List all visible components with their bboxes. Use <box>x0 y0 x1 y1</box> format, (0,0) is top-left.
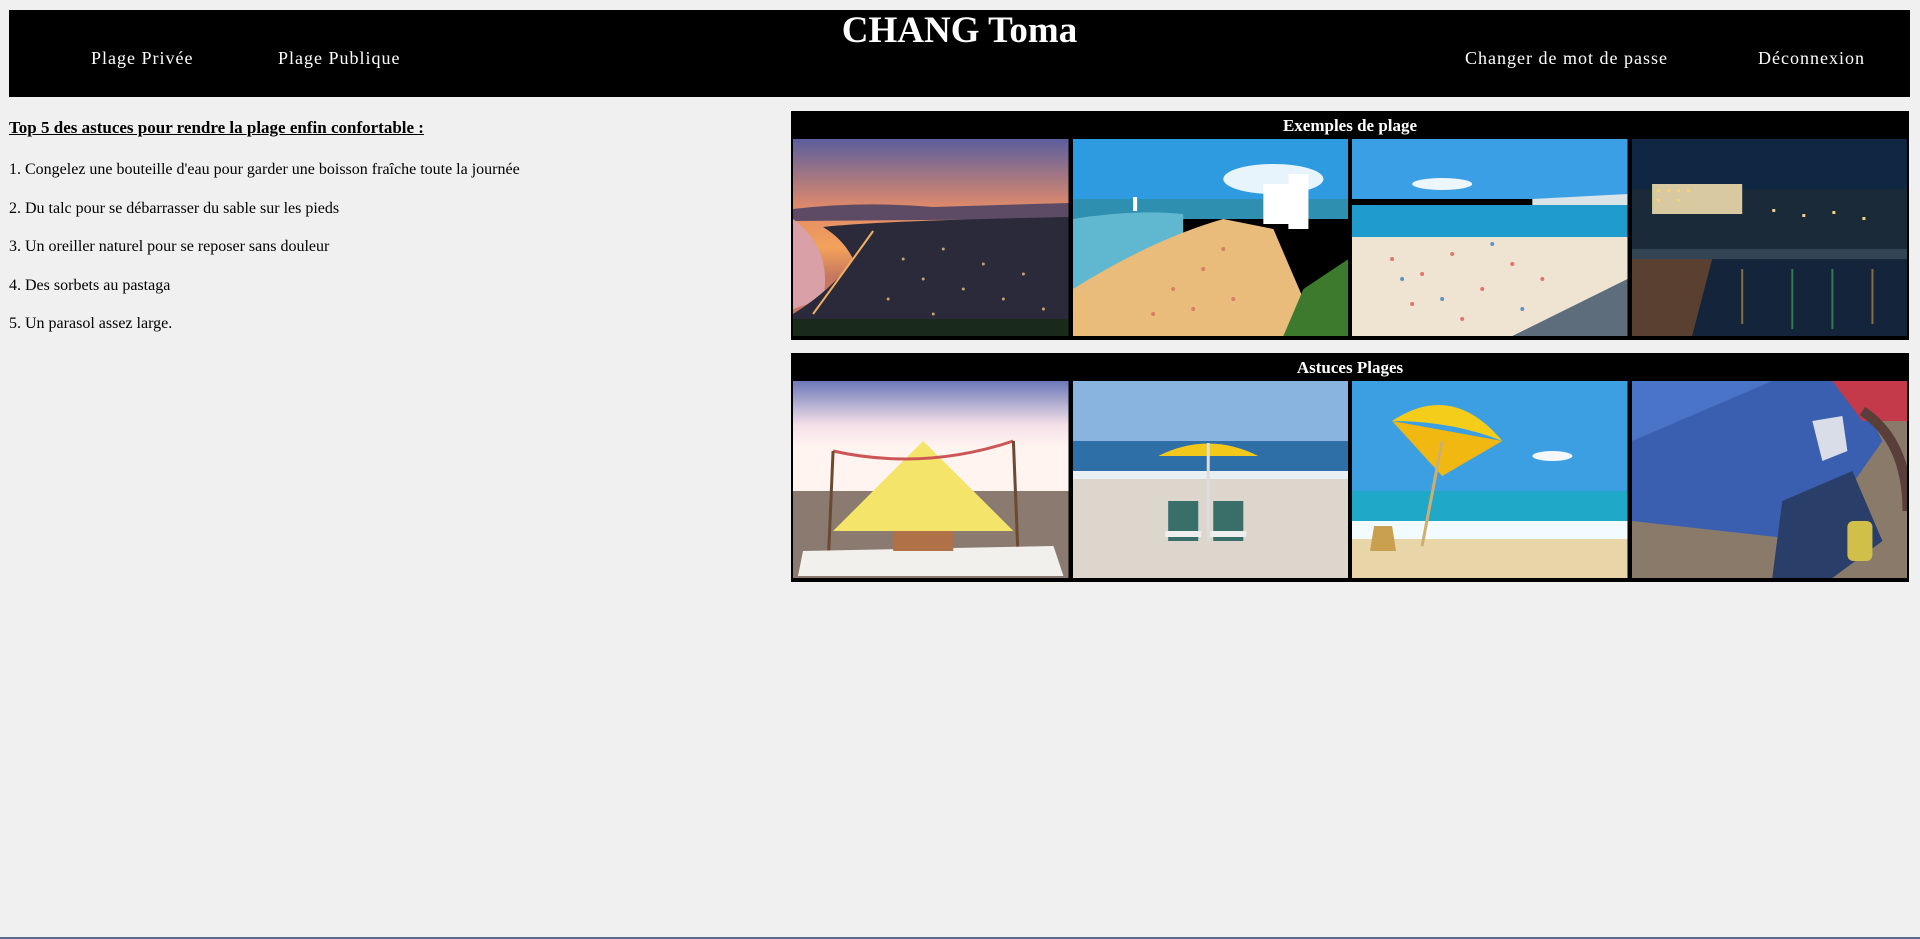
top-strip <box>0 0 1920 9</box>
nav-logout[interactable]: Déconnexion <box>1758 48 1865 68</box>
nav-change-password[interactable]: Changer de mot de passe <box>1465 48 1668 68</box>
yellow-parasol-photo[interactable] <box>1352 381 1628 578</box>
gallery-tips-row <box>793 381 1907 578</box>
umbrella-chairs-photo[interactable] <box>1072 381 1348 578</box>
tips-title: Top 5 des astuces pour rendre la plage e… <box>9 118 424 137</box>
sunset-coastline-photo[interactable] <box>793 139 1069 336</box>
beach-towel-bag-photo[interactable] <box>1631 381 1907 578</box>
tip-item-5: 5. Un parasol assez large. <box>9 315 173 332</box>
tip-item-1: 1. Congelez une bouteille d'eau pour gar… <box>9 161 520 178</box>
beach-tent-photo[interactable] <box>793 381 1069 578</box>
tips-section: Top 5 des astuces pour rendre la plage e… <box>9 118 769 353</box>
tip-item-2: 2. Du talc pour se débarrasser du sable … <box>9 199 340 217</box>
gallery-tips-title: Astuces Plages <box>1296 358 1404 377</box>
site-title: CHANG Toma <box>841 10 1078 51</box>
header-bar: CHANG Toma Plage Privée Plage Publique C… <box>9 10 1910 97</box>
crowded-beach-photo[interactable] <box>1352 139 1628 336</box>
nav-plage-privee[interactable]: Plage Privée <box>91 48 193 68</box>
nav-plage-publique[interactable]: Plage Publique <box>278 48 401 68</box>
gallery-examples-title: Exemples de plage <box>1282 116 1418 135</box>
gallery-examples: Exemples de plage <box>791 111 1909 340</box>
tip-item-3: 3. Un oreiller naturel pour se reposer s… <box>9 238 330 255</box>
beach-resort-photo[interactable] <box>1072 139 1348 336</box>
night-promenade-photo[interactable] <box>1631 139 1907 336</box>
gallery-tips: Astuces Plages <box>791 353 1909 582</box>
gallery-examples-row <box>793 139 1907 336</box>
tip-item-4: 4. Des sorbets au pastaga <box>9 276 171 294</box>
